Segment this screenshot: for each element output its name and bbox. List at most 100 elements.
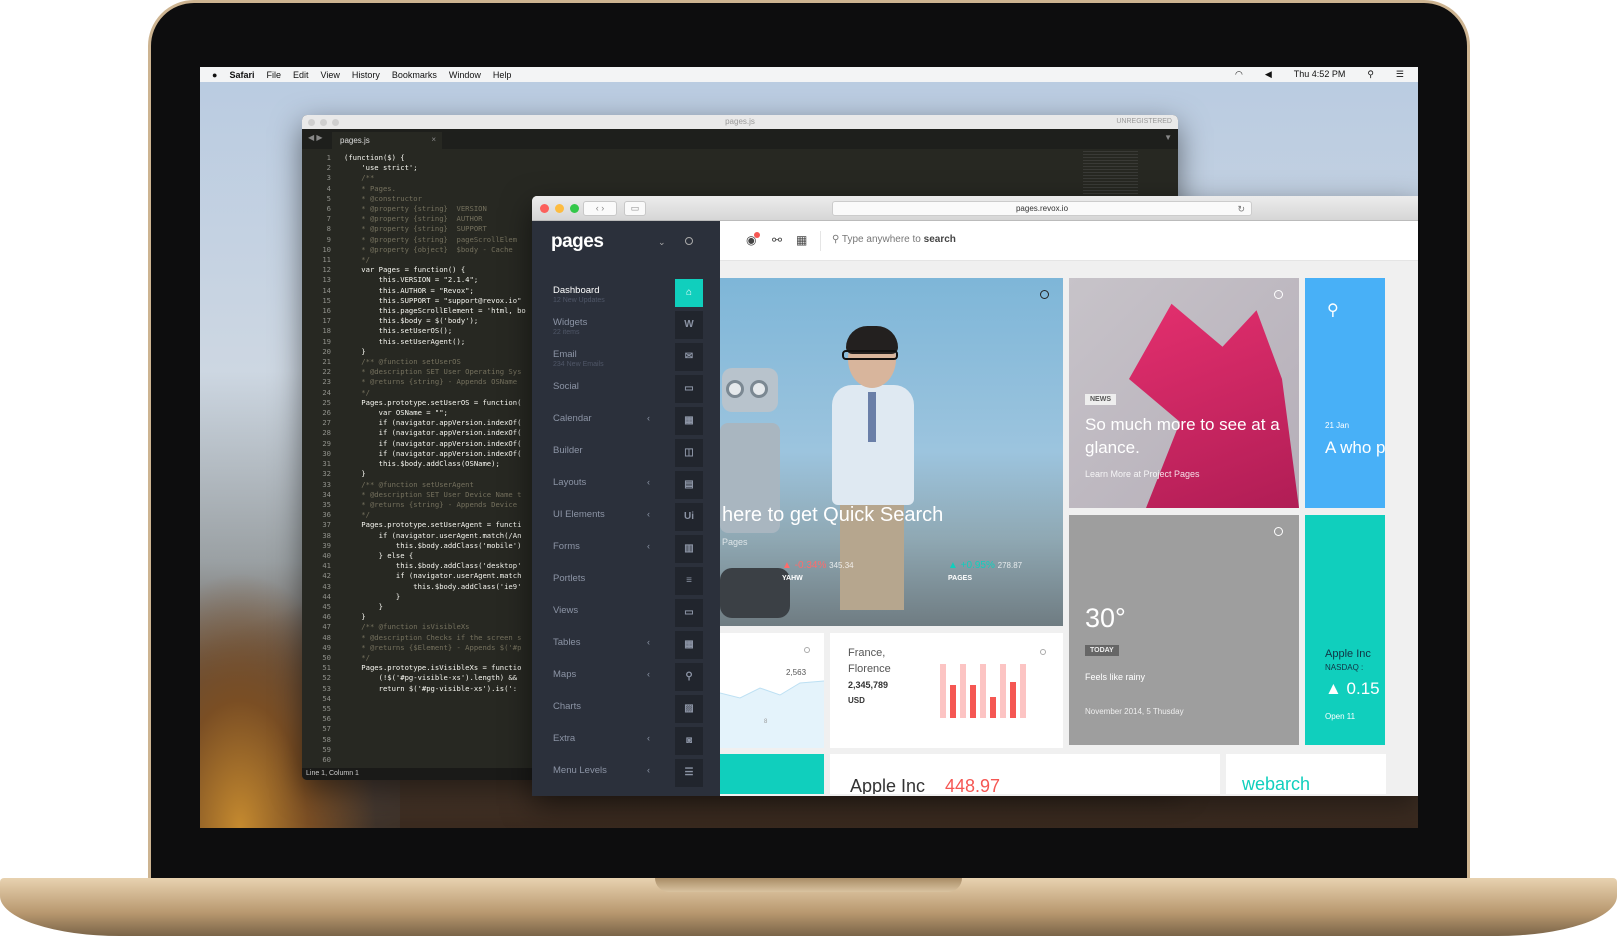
line-number: 57 [322, 724, 331, 734]
sidebar-item-menu-levels[interactable]: Menu Levels ‹ ☰ [532, 757, 720, 789]
sidebar-item-forms[interactable]: Forms ‹ ▥ [532, 533, 720, 565]
chart-value: 2,563 [786, 668, 807, 677]
close-dot[interactable] [308, 119, 315, 126]
sidebar-item-dashboard[interactable]: Dashboard 12 New Updates ⌂ [532, 277, 720, 309]
sidebar-item-label: Calendar [553, 413, 592, 424]
line-number: 41 [322, 561, 331, 571]
sidebar-item-charts[interactable]: Charts ▨ [532, 693, 720, 725]
tab-dropdown-icon[interactable]: ▼ [1164, 133, 1172, 142]
sidebar-item-social[interactable]: Social ▭ [532, 373, 720, 405]
line-number: 22 [322, 367, 331, 377]
menu-help[interactable]: Help [493, 70, 512, 80]
sidebar-item-maps[interactable]: Maps ‹ ⚲ [532, 661, 720, 693]
dashboard-header: ◉ ⚯ ▦ ⚲ Type anywhere to search [720, 221, 1418, 261]
location-tile[interactable]: ⚲ 21 Jan A who page [1305, 278, 1385, 508]
brand-logo[interactable]: pages [551, 231, 604, 253]
menu-file[interactable]: File [266, 70, 281, 80]
line-number: 19 [322, 336, 331, 346]
wifi-icon[interactable]: ◠ [1235, 69, 1243, 80]
stock-pages: ▲ +0.95% 278.87 PAGES [948, 560, 1022, 582]
line-number: 56 [322, 714, 331, 724]
sidebar-icon: W [675, 311, 703, 339]
menu-view[interactable]: View [320, 70, 339, 80]
tile-menu-icon[interactable] [1040, 649, 1046, 655]
sidebar-item-tables[interactable]: Tables ‹ ▦ [532, 629, 720, 661]
sidebar-item-calendar[interactable]: Calendar ‹ ▦ [532, 405, 720, 437]
tile-menu-icon[interactable] [804, 647, 810, 653]
menu-bookmarks[interactable]: Bookmarks [392, 70, 437, 80]
city-number: 2,345,789 [848, 680, 889, 690]
line-number: 58 [322, 734, 331, 744]
chart-bar [970, 685, 976, 718]
minimize-dot[interactable] [555, 204, 564, 213]
news-link[interactable]: Learn More at Project Pages [1085, 469, 1200, 479]
apple-icon[interactable]: ● [212, 70, 217, 80]
menu-safari[interactable]: Safari [229, 70, 254, 80]
line-chart-tile[interactable]: 2,563 8 [720, 633, 824, 748]
tile-menu-icon[interactable] [1274, 527, 1283, 536]
teal-widget-tile[interactable] [720, 754, 824, 794]
stock-name: PAGES [948, 575, 972, 582]
line-number: 48 [322, 632, 331, 642]
sidebar-item-label: Layouts [553, 477, 587, 488]
menu-window[interactable]: Window [449, 70, 481, 80]
list-icon[interactable]: ☰ [1396, 69, 1404, 80]
stock-delta: ▲ 0.15 [1325, 679, 1380, 698]
tab-nav-icon[interactable]: ◀ ▶ [308, 133, 323, 142]
code-line: /** [344, 173, 375, 183]
search-placeholder: Type anywhere to [841, 234, 921, 245]
line-number: 31 [322, 459, 331, 469]
stock-tile[interactable]: Apple Inc NASDAQ : ▲ 0.15 Open 11 [1305, 515, 1385, 745]
webarch-tile[interactable]: webarch [1226, 754, 1386, 794]
grid-icon[interactable]: ▦ [796, 233, 807, 247]
minimize-dot[interactable] [320, 119, 327, 126]
pin-sidebar-icon[interactable] [685, 237, 693, 245]
editor-tab[interactable]: pages.js × [332, 132, 442, 149]
sidebar-item-extra[interactable]: Extra ‹ ◙ [532, 725, 720, 757]
address-bar[interactable]: pages.revox.io ↻ [832, 201, 1252, 216]
spotlight-icon[interactable]: ⚲ [1367, 69, 1374, 80]
hero-tile[interactable]: here to get Quick Search Pages ▲ -0.34% … [720, 278, 1063, 626]
sidebar-item-ui-elements[interactable]: UI Elements ‹ Ui [532, 501, 720, 533]
line-number: 54 [322, 693, 331, 703]
sidebar-item-widgets[interactable]: Widgets 22 items W [532, 309, 720, 341]
close-dot[interactable] [540, 204, 549, 213]
zoom-dot[interactable] [570, 204, 579, 213]
weather-tile[interactable]: 30° TODAY Feels like rainy November 2014… [1069, 515, 1299, 745]
volume-icon[interactable]: ◀ [1265, 69, 1272, 80]
menu-history[interactable]: History [352, 70, 380, 80]
link-icon[interactable]: ⚯ [772, 233, 782, 247]
menu-edit[interactable]: Edit [293, 70, 309, 80]
chevron-down-icon[interactable]: ⌄ [658, 237, 666, 248]
tile-menu-icon[interactable] [1040, 290, 1049, 299]
safari-toolbar: ‹ › ▭ pages.revox.io ↻ [532, 196, 1418, 221]
search-bar[interactable]: ⚲ Type anywhere to search [832, 234, 956, 245]
sidebar-item-portlets[interactable]: Portlets ≡ [532, 565, 720, 597]
bar-chart-tile[interactable]: France, Florence 2,345,789 USD [830, 633, 1063, 748]
sidebar-item-email[interactable]: Email 234 New Emails ✉ [532, 341, 720, 373]
zoom-dot[interactable] [332, 119, 339, 126]
sidebar-item-label: Tables [553, 637, 581, 648]
sidebar-item-views[interactable]: Views ▭ [532, 597, 720, 629]
line-number: 50 [322, 652, 331, 662]
sidebar-item-builder[interactable]: Builder ◫ [532, 437, 720, 469]
sidebar-item-label: Extra [553, 733, 576, 744]
tile-menu-icon[interactable] [1274, 290, 1283, 299]
news-tile[interactable]: NEWS So much more to see at a glance. Le… [1069, 278, 1299, 508]
close-tab-icon[interactable]: × [431, 135, 436, 144]
sidebar-toggle-icon[interactable]: ▭ [624, 201, 646, 216]
line-number: 60 [322, 754, 331, 764]
apple-stock-tile[interactable]: Apple Inc 448.97 [830, 754, 1220, 794]
sidebar-item-sub: 12 New Updates [553, 297, 605, 304]
reload-icon[interactable]: ↻ [1237, 203, 1245, 216]
line-number: 47 [322, 622, 331, 632]
line-number: 30 [322, 448, 331, 458]
line-number: 18 [322, 326, 331, 336]
chevron-left-icon: ‹ [647, 477, 650, 487]
clock[interactable]: Thu 4:52 PM [1294, 69, 1346, 80]
line-number: 55 [322, 703, 331, 713]
back-forward-buttons[interactable]: ‹ › [583, 201, 617, 216]
sidebar-item-layouts[interactable]: Layouts ‹ ▤ [532, 469, 720, 501]
unregistered-label: UNREGISTERED [1116, 118, 1172, 125]
line-number: 23 [322, 377, 331, 387]
